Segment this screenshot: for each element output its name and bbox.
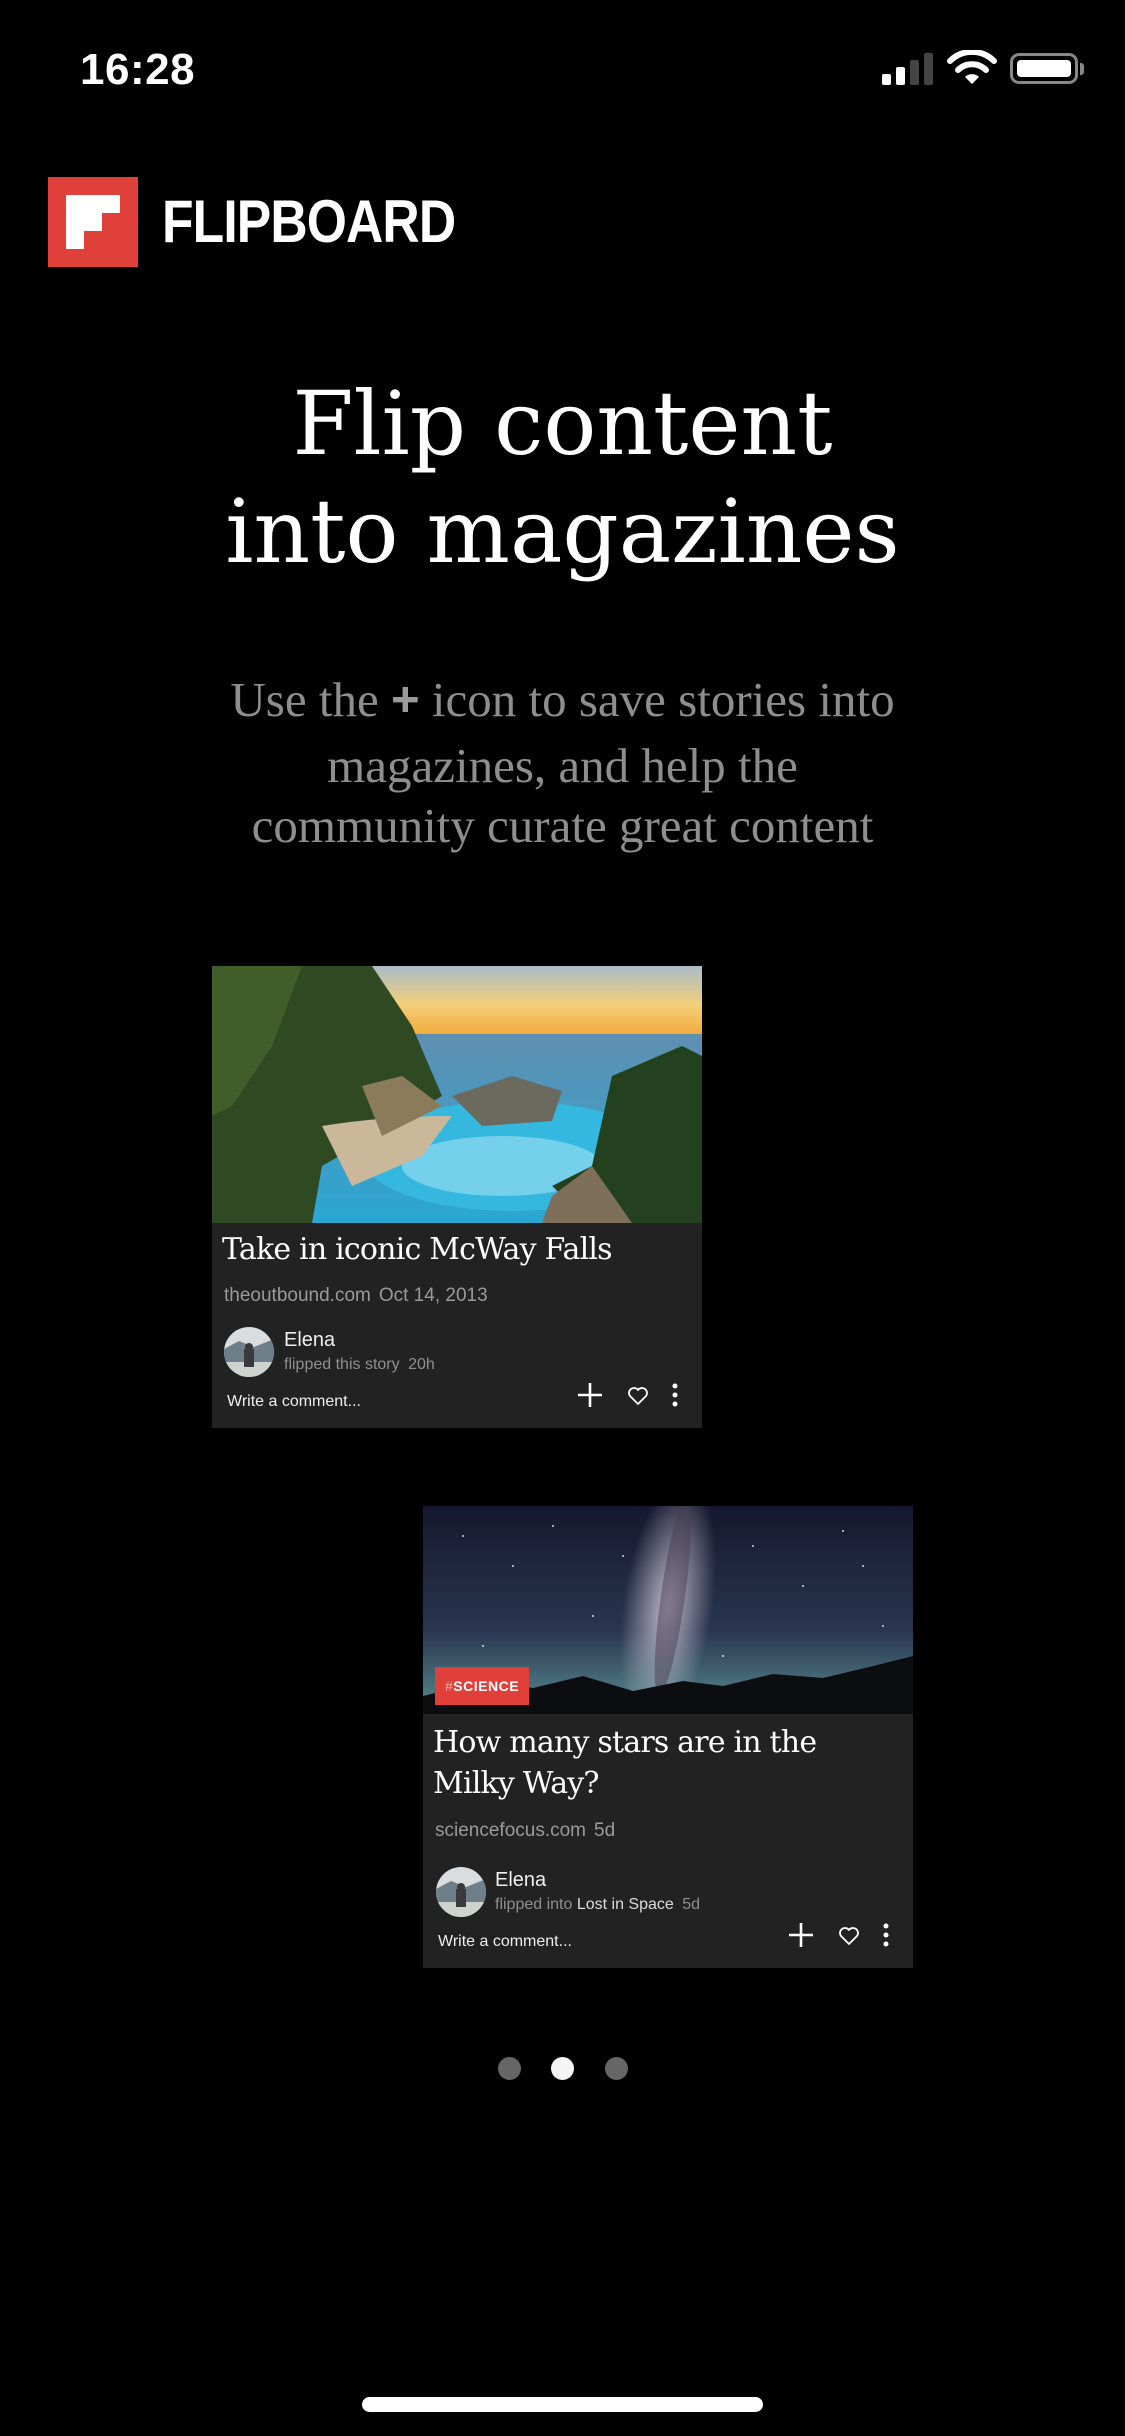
avatar[interactable] — [436, 1867, 486, 1917]
plus-icon — [789, 1923, 813, 1947]
flip-activity: flipped into Lost in Space 5d — [495, 1894, 700, 1916]
story-title[interactable]: Take in iconic McWay Falls — [222, 1229, 688, 1270]
plus-icon: + — [391, 673, 420, 727]
activity-text: flipped into — [495, 1896, 577, 1913]
like-button[interactable] — [623, 1381, 653, 1411]
author-name[interactable]: Elena — [495, 1868, 546, 1892]
subtitle-text: Use the — [230, 672, 391, 727]
comment-input[interactable]: Write a comment... — [438, 1931, 572, 1953]
home-indicator[interactable] — [362, 2397, 763, 2412]
flipboard-logo-icon — [48, 177, 138, 267]
subtitle-line-2: magazines, and help the — [327, 738, 798, 793]
page-indicator-dot-2-active[interactable] — [551, 2057, 574, 2080]
story-card[interactable]: Take in iconic McWay Falls theoutbound.c… — [212, 966, 702, 1428]
more-icon — [672, 1383, 678, 1407]
battery-icon — [1010, 53, 1078, 84]
story-title[interactable]: How many stars are in the Milky Way? — [433, 1722, 833, 1804]
story-source: theoutbound.com Oct 14, 2013 — [224, 1284, 488, 1308]
comment-input[interactable]: Write a comment... — [227, 1391, 361, 1413]
like-button[interactable] — [834, 1921, 864, 1951]
story-source: sciencefocus.com 5d — [435, 1819, 615, 1843]
page-subtitle: Use the + icon to save stories into maga… — [140, 670, 985, 856]
more-options-button[interactable] — [660, 1380, 690, 1410]
source-domain[interactable]: sciencefocus.com — [435, 1820, 586, 1841]
brand-wordmark: FLIPBOARD — [162, 188, 456, 255]
author-name[interactable]: Elena — [284, 1328, 335, 1352]
story-date: Oct 14, 2013 — [378, 1285, 488, 1306]
flip-add-button[interactable] — [575, 1380, 605, 1410]
avatar[interactable] — [224, 1327, 274, 1377]
activity-age: 5d — [682, 1896, 701, 1913]
heart-icon — [839, 1927, 859, 1945]
more-icon — [883, 1923, 889, 1947]
source-domain[interactable]: theoutbound.com — [224, 1285, 371, 1306]
page-indicator-dot-3[interactable] — [605, 2057, 628, 2080]
page-indicator-dot-1[interactable] — [498, 2057, 521, 2080]
topic-badge[interactable]: #SCIENCE — [435, 1667, 530, 1705]
activity-text: flipped this story — [284, 1356, 400, 1373]
flip-activity: flipped this story 20h — [284, 1354, 435, 1376]
story-card[interactable]: #SCIENCE How many stars are in the Milky… — [423, 1506, 913, 1968]
cellular-signal-icon — [882, 53, 934, 85]
wifi-icon — [946, 48, 998, 86]
magazine-link[interactable]: Lost in Space — [577, 1896, 674, 1913]
status-time: 16:28 — [80, 45, 196, 94]
more-options-button[interactable] — [871, 1920, 901, 1950]
page-title-line-2: into magazines — [225, 480, 900, 583]
flip-add-button[interactable] — [786, 1920, 816, 1950]
heart-icon — [628, 1387, 648, 1405]
subtitle-text: icon to save stories into — [419, 672, 895, 727]
story-image[interactable] — [212, 966, 702, 1223]
plus-icon — [578, 1383, 602, 1407]
page-title: Flip content into magazines — [0, 370, 1125, 586]
subtitle-line-3: community curate great content — [251, 798, 874, 853]
battery-cap — [1080, 63, 1084, 75]
page-title-line-1: Flip content — [292, 372, 833, 475]
story-date: 5d — [594, 1820, 616, 1841]
activity-age: 20h — [408, 1356, 435, 1373]
